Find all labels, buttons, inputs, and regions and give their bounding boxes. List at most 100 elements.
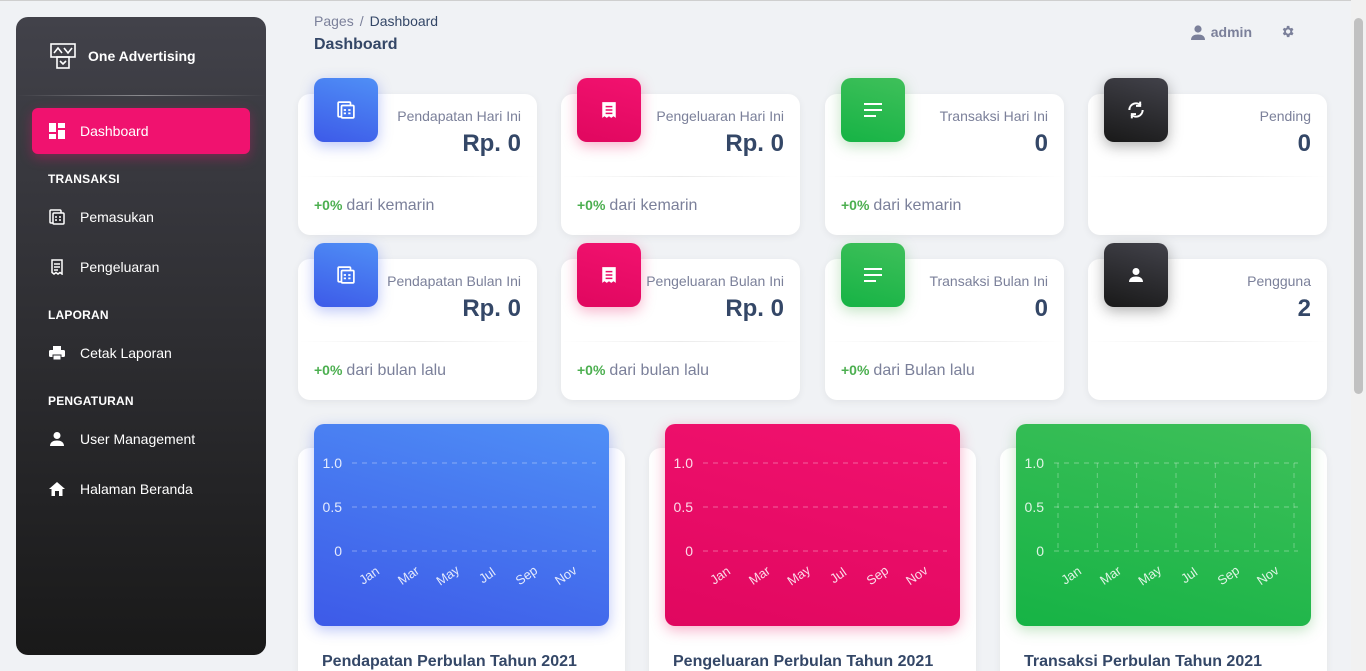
chart-x-tick-label: Jan: [356, 563, 382, 587]
chart-x-tick-label: Jul: [476, 564, 498, 586]
card-divider: [1088, 176, 1327, 177]
chart-y-tick-label: 1.0: [1025, 455, 1045, 471]
sidebar-item-label: User Management: [80, 431, 196, 447]
card-footer-text: dari kemarin: [609, 197, 698, 214]
receipt-icon: [577, 78, 641, 142]
card-label: Transaksi Hari Ini: [939, 108, 1048, 124]
card-change-percent: +0%: [841, 197, 870, 213]
chart-y-tick-label: 0.5: [323, 499, 343, 515]
chart-x-tick-label: Mar: [1097, 562, 1124, 588]
page-title: Dashboard: [314, 36, 398, 53]
chart-x-tick-label: Sep: [864, 563, 892, 589]
person-icon: [1104, 243, 1168, 307]
chart-pengeluaran-plot: 0 0.5 1.0 Jan Mar May Jul Sep Nov: [674, 455, 947, 589]
chart-pengeluaran: 0 0.5 1.0 Jan Mar May Jul Sep Nov: [665, 424, 960, 626]
chart-x-tick-label: Nov: [903, 562, 931, 588]
card-footer-text: dari bulan lalu: [346, 362, 447, 379]
calculator-icon: [48, 208, 66, 226]
chart-x-tick-label: May: [433, 562, 462, 589]
chart-x-tick-label: Nov: [1254, 562, 1282, 588]
card-divider: [561, 341, 800, 342]
card-label: Pendapatan Bulan Ini: [387, 273, 521, 289]
chart-title: Pengeluaran Perbulan Tahun 2021: [673, 653, 934, 670]
card-value: Rp. 0: [462, 130, 521, 157]
card-value: 0: [1034, 130, 1048, 157]
card-footer-text: dari kemarin: [346, 197, 435, 214]
chart-x-tick-label: Mar: [395, 562, 422, 588]
card-label: Pengeluaran Hari Ini: [656, 108, 784, 124]
sidebar-item-cetak-laporan[interactable]: Cetak Laporan: [32, 330, 250, 376]
sidebar-section-pengaturan: PENGATURAN: [48, 394, 134, 408]
card-pengguna: Pengguna 2: [1088, 243, 1327, 400]
card-divider: [825, 341, 1064, 342]
card-change-percent: +0%: [314, 197, 343, 213]
sidebar-item-pengeluaran[interactable]: Pengeluaran: [32, 244, 250, 290]
chart-x-tick-label: Jan: [707, 563, 733, 587]
card-label: Pendapatan Hari Ini: [397, 108, 521, 124]
breadcrumb-root[interactable]: Pages: [314, 13, 354, 29]
sidebar-item-label: Pemasukan: [80, 209, 154, 225]
gear-icon: [1282, 25, 1294, 38]
sidebar: One Advertising Dashboard TRANSAKSI Pema…: [16, 17, 266, 655]
chart-y-tick-label: 1.0: [674, 455, 694, 471]
chart-transaksi: 0 0.5 1.0 Jan Mar May Jul Sep Nov: [1016, 424, 1311, 626]
chart-pendapatan-plot: 0 0.5 1.0 Jan Mar May Jul Sep Nov: [323, 455, 596, 589]
card-change-percent: +0%: [841, 362, 870, 378]
card-pengeluaran-hari-ini: Pengeluaran Hari Ini Rp. 0 +0% dari kemar…: [561, 78, 800, 235]
top-navbar: Pages / Dashboard Dashboard admin: [298, 0, 1328, 70]
page-scrollbar[interactable]: [1351, 0, 1366, 671]
card-pendapatan-hari-ini: Pendapatan Hari Ini Rp. 0 +0% dari kemari…: [298, 78, 537, 235]
person-icon: [48, 430, 66, 448]
chart-x-tick-label: Mar: [746, 562, 773, 588]
chart-x-tick-label: Jan: [1058, 563, 1084, 587]
receipt-icon: [577, 243, 641, 307]
sidebar-item-label: Halaman Beranda: [80, 481, 193, 497]
settings-button[interactable]: [1280, 24, 1295, 44]
card-transaksi-bulan-ini: Transaksi Bulan Ini 0 +0% dari Bulan lalu: [825, 243, 1064, 400]
chart-title: Transaksi Perbulan Tahun 2021: [1024, 653, 1263, 670]
breadcrumb-current: Dashboard: [369, 13, 439, 29]
sidebar-item-label: Dashboard: [80, 123, 149, 139]
chart-x-tick-label: May: [1135, 562, 1164, 589]
user-menu[interactable]: admin: [1190, 24, 1252, 40]
breadcrumb: Pages / Dashboard: [314, 13, 438, 29]
user-name: admin: [1210, 24, 1252, 40]
chart-x-tick-label: Jul: [827, 564, 849, 586]
card-footer-text: dari kemarin: [873, 197, 962, 214]
dashboard-icon: [48, 122, 66, 140]
brand-name: One Advertising: [88, 48, 196, 64]
scrollbar-thumb[interactable]: [1354, 18, 1363, 394]
refresh-icon: [1104, 78, 1168, 142]
sidebar-item-pemasukan[interactable]: Pemasukan: [32, 194, 250, 240]
sidebar-item-label: Cetak Laporan: [80, 345, 172, 361]
card-footer: +0% dari bulan lalu: [314, 362, 446, 380]
card-footer: +0% dari Bulan lalu: [841, 362, 975, 380]
card-pending: Pending 0: [1088, 78, 1327, 235]
card-pengeluaran-bulan-ini: Pengeluaran Bulan Ini Rp. 0 +0% dari bula…: [561, 243, 800, 400]
card-pendapatan-bulan-ini: Pendapatan Bulan Ini Rp. 0 +0% dari bulan…: [298, 243, 537, 400]
calculator-icon: [314, 243, 378, 307]
card-label: Pengeluaran Bulan Ini: [646, 273, 784, 289]
card-value: 2: [1297, 295, 1311, 322]
card-value: Rp. 0: [725, 130, 784, 157]
card-value: Rp. 0: [462, 295, 521, 322]
sidebar-item-user-management[interactable]: User Management: [32, 416, 250, 462]
card-change-percent: +0%: [577, 362, 606, 378]
chart-y-tick-label: 0: [1036, 543, 1044, 559]
chart-x-tick-label: May: [784, 562, 813, 589]
chart-y-tick-label: 0: [685, 543, 693, 559]
sidebar-item-label: Pengeluaran: [80, 259, 160, 275]
card-label: Pending: [1259, 108, 1311, 124]
sidebar-item-dashboard[interactable]: Dashboard: [32, 108, 250, 154]
brand[interactable]: One Advertising: [16, 17, 266, 95]
card-label: Pengguna: [1247, 273, 1311, 289]
sidebar-item-halaman-beranda[interactable]: Halaman Beranda: [32, 466, 250, 512]
chart-pendapatan: 0 0.5 1.0 Jan Mar May Jul Sep Nov: [314, 424, 609, 626]
chart-y-tick-label: 0.5: [1025, 499, 1045, 515]
chart-y-tick-label: 0: [334, 543, 342, 559]
receipt-icon: [48, 258, 66, 276]
printer-icon: [48, 344, 66, 362]
card-value: 0: [1297, 130, 1311, 157]
card-footer-text: dari Bulan lalu: [873, 362, 975, 379]
chart-x-tick-label: Nov: [552, 562, 580, 588]
